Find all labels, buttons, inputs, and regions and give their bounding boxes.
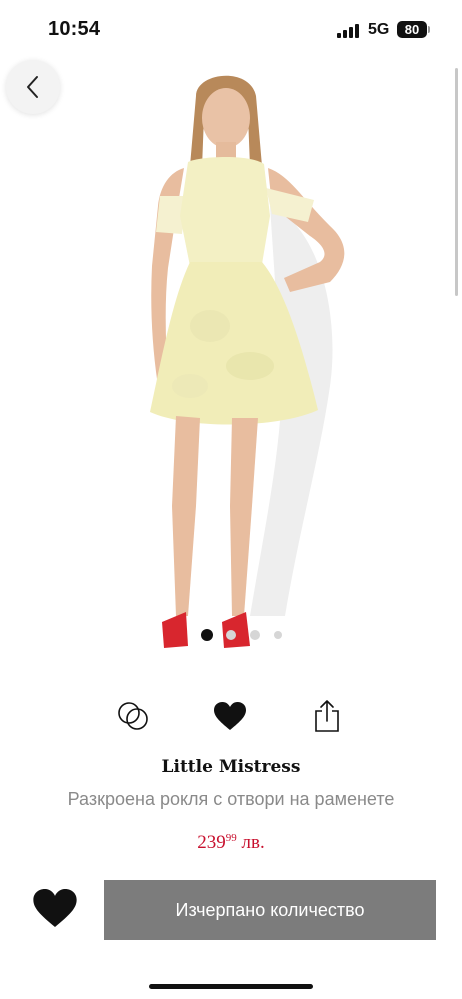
price-currency: лв.: [241, 832, 265, 853]
battery-tip: [428, 26, 430, 33]
product-price: 23999 лв.: [0, 832, 462, 854]
product-brand[interactable]: Little Mistress: [0, 757, 462, 777]
bottom-favorite-button[interactable]: [30, 884, 80, 932]
carousel-dots: [0, 629, 462, 641]
chevron-left-icon: [27, 76, 38, 98]
cellular-signal-icon: [337, 24, 361, 38]
carousel-dot-4[interactable]: [274, 631, 282, 639]
dress-model-illustration: [150, 75, 345, 648]
sold-out-button[interactable]: Изчерпано количество: [104, 880, 436, 940]
battery-level: 80: [404, 22, 420, 37]
share-button[interactable]: [308, 697, 346, 735]
price-main: 239: [197, 832, 226, 853]
price-cents: 99: [225, 832, 237, 844]
scroll-indicator: [455, 68, 458, 296]
product-image[interactable]: [0, 56, 462, 656]
back-button[interactable]: [6, 60, 60, 114]
carousel-dot-3[interactable]: [250, 630, 260, 640]
heart-icon: [33, 889, 77, 927]
share-icon: [315, 700, 339, 732]
product-name: Разкроена рокля с отвори на раменете: [67, 789, 395, 809]
status-time: 10:54: [48, 18, 101, 40]
network-type: 5G: [368, 21, 390, 38]
heart-icon: [214, 702, 246, 730]
home-indicator[interactable]: [149, 984, 313, 989]
compare-rings-icon: [118, 702, 148, 730]
favorite-button[interactable]: [211, 697, 249, 735]
carousel-dot-1[interactable]: [201, 629, 213, 641]
battery-icon: 80: [397, 21, 427, 38]
status-bar: 10:54 5G 80: [0, 0, 462, 62]
carousel-dot-2[interactable]: [226, 630, 236, 640]
compare-button[interactable]: [114, 697, 152, 735]
